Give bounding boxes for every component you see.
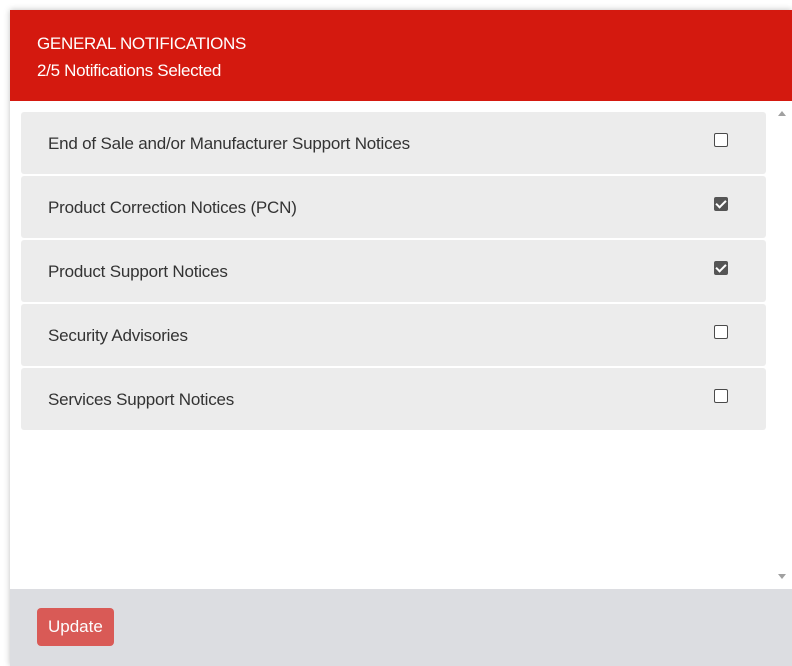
- panel-footer: Update: [10, 589, 792, 666]
- list-item[interactable]: Services Support Notices: [21, 368, 766, 430]
- scroll-up-arrow-icon[interactable]: [778, 111, 786, 116]
- notification-checkbox[interactable]: [714, 197, 728, 211]
- notification-checkbox[interactable]: [714, 261, 728, 275]
- list-item[interactable]: Product Correction Notices (PCN): [21, 176, 766, 238]
- list-item[interactable]: End of Sale and/or Manufacturer Support …: [21, 112, 766, 174]
- scroll-down-arrow-icon[interactable]: [778, 574, 786, 579]
- vertical-scrollbar[interactable]: [774, 101, 792, 589]
- panel-header: GENERAL NOTIFICATIONS 2/5 Notifications …: [10, 10, 792, 101]
- list-item[interactable]: Product Support Notices: [21, 240, 766, 302]
- notification-label: Security Advisories: [48, 326, 188, 345]
- notification-list: End of Sale and/or Manufacturer Support …: [21, 112, 766, 432]
- notification-checkbox[interactable]: [714, 389, 728, 403]
- selected-count: 2/5 Notifications Selected: [37, 61, 222, 80]
- panel-title: GENERAL NOTIFICATIONS: [37, 34, 247, 53]
- update-button[interactable]: Update: [37, 608, 114, 646]
- notification-label: End of Sale and/or Manufacturer Support …: [48, 134, 410, 153]
- list-item[interactable]: Security Advisories: [21, 304, 766, 366]
- notification-checkbox[interactable]: [714, 325, 728, 339]
- notification-label: Services Support Notices: [48, 390, 235, 409]
- notification-label: Product Correction Notices (PCN): [48, 198, 297, 217]
- notification-checkbox[interactable]: [714, 133, 728, 147]
- notification-label: Product Support Notices: [48, 262, 228, 281]
- notifications-panel: GENERAL NOTIFICATIONS 2/5 Notifications …: [10, 10, 792, 666]
- notification-list-area: End of Sale and/or Manufacturer Support …: [10, 101, 792, 589]
